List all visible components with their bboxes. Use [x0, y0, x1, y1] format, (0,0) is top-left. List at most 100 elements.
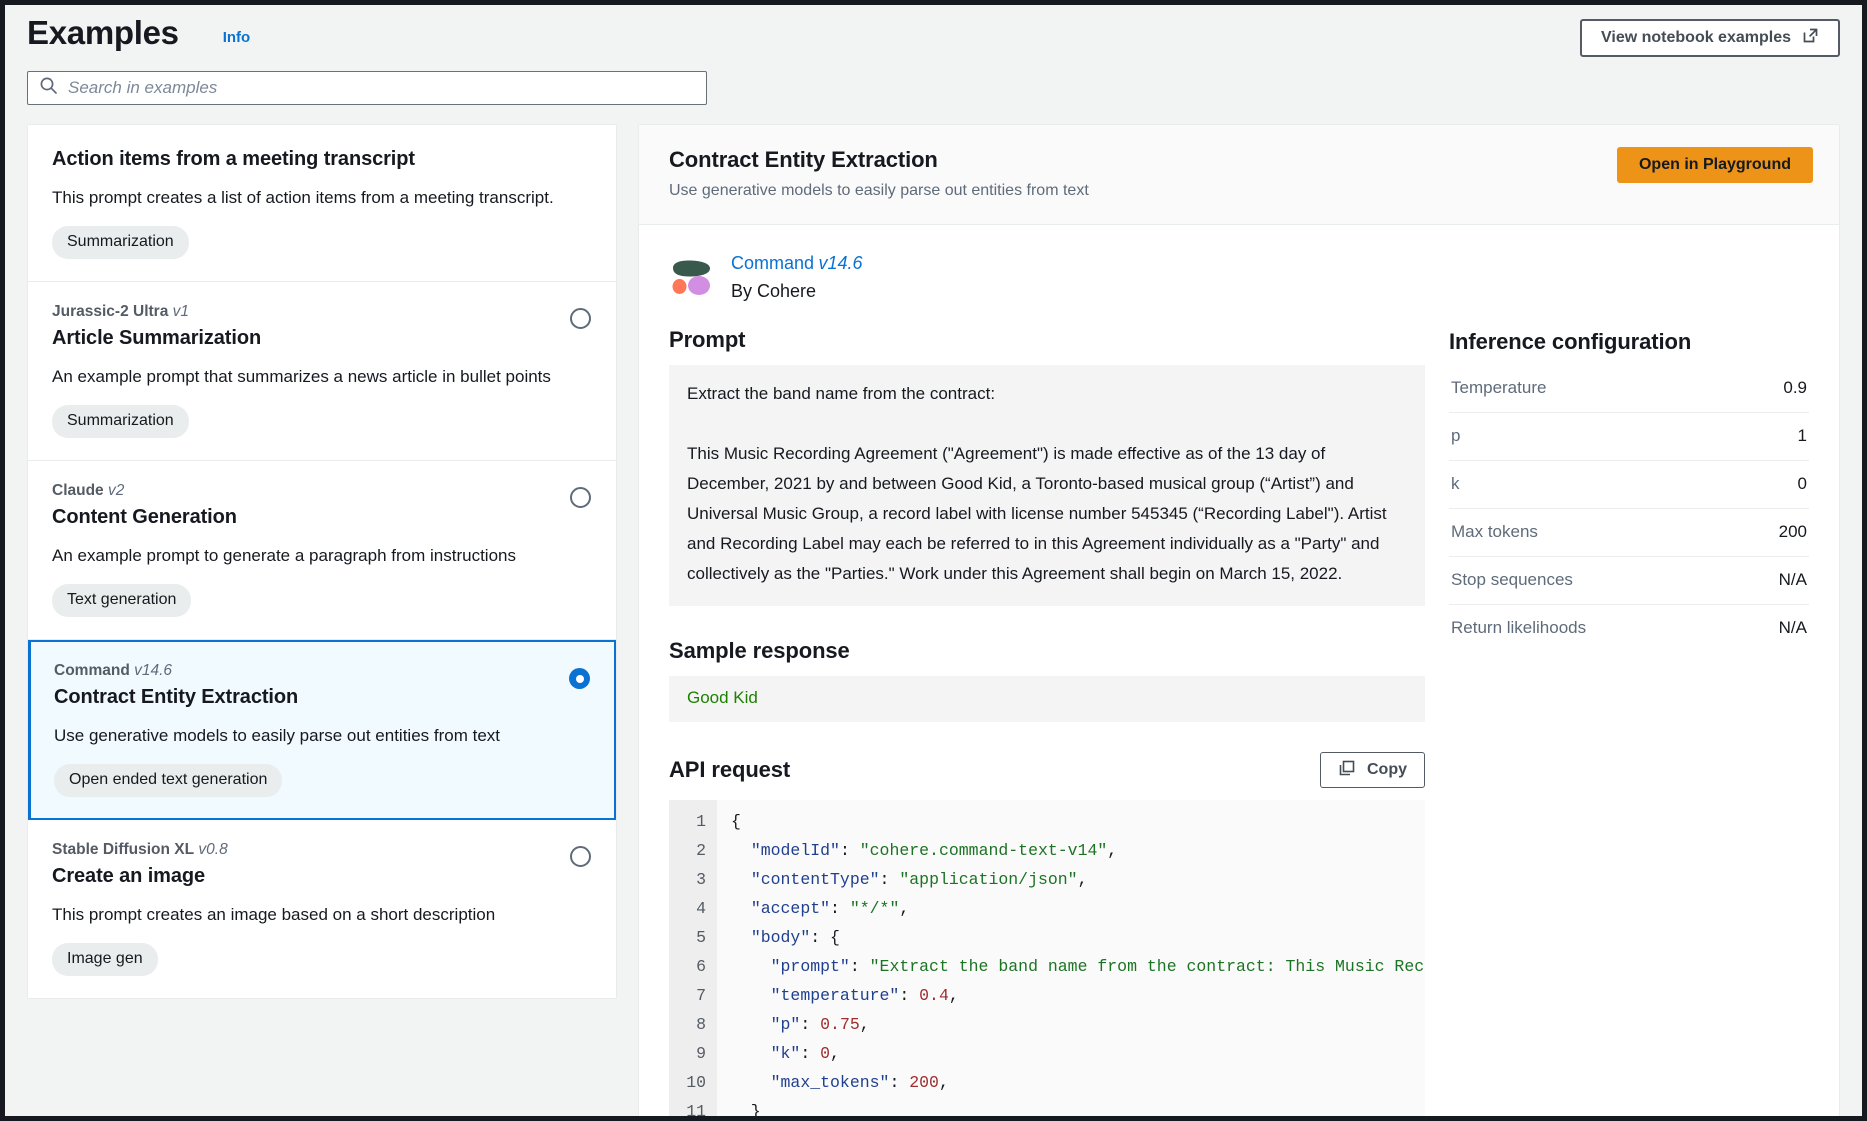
example-tag: Image gen — [52, 943, 158, 976]
view-notebook-examples-button[interactable]: View notebook examples — [1580, 19, 1840, 57]
copy-button-label: Copy — [1367, 761, 1407, 778]
model-meta: Command v14.6 By Cohere — [731, 251, 863, 303]
sample-response-heading: Sample response — [669, 638, 850, 663]
radio-dot-icon — [575, 674, 584, 683]
search-area — [5, 59, 1862, 105]
inference-config-value: N/A — [1778, 618, 1807, 637]
example-model-label: Jurassic-2 Ultra v1 — [52, 303, 189, 320]
code-line: "prompt": "Extract the band name from th… — [770, 957, 1425, 976]
page-header: Examples Info View notebook examples — [5, 5, 1862, 59]
example-tag: Summarization — [52, 226, 189, 259]
example-tag: Text generation — [52, 584, 192, 617]
code-line-number: 10 — [686, 1073, 706, 1092]
inference-config-row: Temperature 0.9 — [1449, 365, 1809, 413]
info-link[interactable]: Info — [223, 29, 251, 46]
detail-main-column: Prompt Extract the band name from the co… — [669, 325, 1425, 1116]
code-content: { "modelId": "cohere.command-text-v14", … — [717, 800, 1425, 1116]
example-list-item[interactable]: Command v14.6 Contract Entity Extraction U… — [28, 640, 616, 820]
detail-header-text: Contract Entity Extraction Use generativ… — [669, 145, 1617, 202]
example-radio[interactable] — [570, 846, 591, 867]
inference-config-value: 1 — [1797, 426, 1807, 445]
external-link-icon — [1802, 27, 1819, 49]
open-in-playground-button[interactable]: Open in Playground — [1616, 147, 1813, 183]
copy-icon — [1338, 759, 1356, 782]
inference-config-label: Stop sequences — [1451, 570, 1573, 589]
inference-config-value: 0.9 — [1783, 378, 1807, 397]
app-content: Examples Info View notebook examples Sea… — [5, 5, 1862, 1116]
search-icon — [39, 76, 58, 100]
code-line: "accept": "*/*", — [750, 899, 910, 918]
code-line: "body": { — [750, 928, 840, 947]
detail-header: Contract Entity Extraction Use generativ… — [639, 125, 1839, 225]
inference-config-row: p1 — [1449, 413, 1809, 461]
api-request-code-block[interactable]: 123456789101112 { "modelId": "cohere.com… — [669, 800, 1425, 1116]
example-model-label: Claude v2 — [52, 482, 125, 499]
code-line-number: 2 — [696, 841, 706, 860]
model-link[interactable]: Command v14.6 — [731, 251, 863, 277]
code-line: "temperature": 0.4, — [770, 986, 959, 1005]
example-title: Action items from a meeting transcript — [52, 148, 415, 170]
code-line-numbers: 123456789101112 — [669, 800, 717, 1116]
code-line: } — [731, 1102, 761, 1116]
example-model-label: Stable Diffusion XL v0.8 — [52, 841, 228, 858]
inference-config-value: N/A — [1778, 570, 1807, 589]
example-description: An example prompt to generate a paragrap… — [52, 546, 516, 565]
example-list-item[interactable]: Action items from a meeting transcript Th… — [28, 125, 616, 282]
example-model-label: Command v14.6 — [54, 662, 173, 679]
app-window: Examples Info View notebook examples Sea… — [0, 0, 1867, 1121]
code-line-number: 1 — [696, 812, 706, 831]
detail-body: Prompt Extract the band name from the co… — [639, 303, 1839, 1116]
model-name: Command — [731, 253, 815, 273]
example-list-item[interactable]: Claude v2 Content Generation An example pr… — [28, 461, 616, 640]
inference-config-label: Temperature — [1451, 378, 1547, 397]
code-line-number: 7 — [696, 986, 706, 1005]
example-list-item[interactable]: Jurassic-2 Ultra v1 Article Summarization… — [28, 282, 616, 461]
example-radio-selected[interactable] — [569, 668, 590, 689]
view-notebook-examples-label: View notebook examples — [1601, 29, 1791, 46]
inference-config-value: 0 — [1797, 474, 1807, 493]
examples-list-panel: Action items from a meeting transcript Th… — [27, 124, 617, 999]
code-line: "modelId": "cohere.command-text-v14", — [750, 841, 1118, 860]
inference-config-label: Return likelihoods — [1451, 618, 1587, 637]
main-body: Action items from a meeting transcript Th… — [5, 105, 1862, 1116]
inference-config-row: Max tokens 200 — [1449, 509, 1809, 557]
inference-config-row: Stop sequences N/A — [1449, 557, 1809, 605]
inference-configuration-panel: Inference configuration Temperature 0.9 p 1… — [1449, 325, 1809, 652]
code-line-number: 11 — [686, 1102, 706, 1116]
model-row: Command v14.6 By Cohere — [639, 225, 1839, 303]
example-title: Content Generation — [52, 506, 237, 528]
detail-title: Contract Entity Extraction — [669, 147, 938, 172]
prompt-heading: Prompt — [669, 327, 746, 352]
api-request-header-row: API request Copy — [669, 752, 1425, 788]
inference-config-label: Max tokens — [1451, 522, 1538, 541]
code-line-number: 6 — [696, 957, 706, 976]
inference-config-row: k0 — [1449, 461, 1809, 509]
api-request-heading: API request — [669, 757, 791, 782]
detail-subtitle: Use generative models to easily parse ou… — [669, 182, 1089, 199]
inference-config-label: p — [1451, 426, 1461, 445]
code-line: "max_tokens": 200, — [770, 1073, 949, 1092]
inference-config-value: 200 — [1778, 522, 1807, 541]
cohere-logo-icon — [669, 254, 715, 300]
example-list-item[interactable]: Stable Diffusion XL v0.8 Create an image T… — [28, 820, 616, 998]
code-line-number: 3 — [696, 870, 706, 889]
page-title: Examples — [27, 14, 179, 51]
search-input[interactable] — [68, 72, 706, 104]
example-title: Contract Entity Extraction — [54, 686, 299, 708]
example-tag: Summarization — [52, 405, 189, 438]
example-radio[interactable] — [570, 487, 591, 508]
code-line: "p": 0.75, — [770, 1015, 870, 1034]
prompt-text: Extract the band name from the contract:… — [669, 365, 1425, 606]
example-title: Create an image — [52, 865, 206, 887]
code-line-number: 8 — [696, 1015, 706, 1034]
search-box[interactable] — [27, 71, 707, 105]
example-detail-panel: Contract Entity Extraction Use generativ… — [638, 124, 1840, 1116]
example-description: This prompt creates a list of action ite… — [52, 188, 554, 207]
inference-config-row: Return likelihoods N/A — [1449, 605, 1809, 652]
inference-config-label: k — [1451, 474, 1460, 493]
model-provider: By Cohere — [731, 281, 817, 301]
code-line: "k": 0, — [770, 1044, 840, 1063]
copy-button[interactable]: Copy — [1320, 752, 1425, 788]
example-radio[interactable] — [570, 308, 591, 329]
example-title: Article Summarization — [52, 327, 262, 349]
